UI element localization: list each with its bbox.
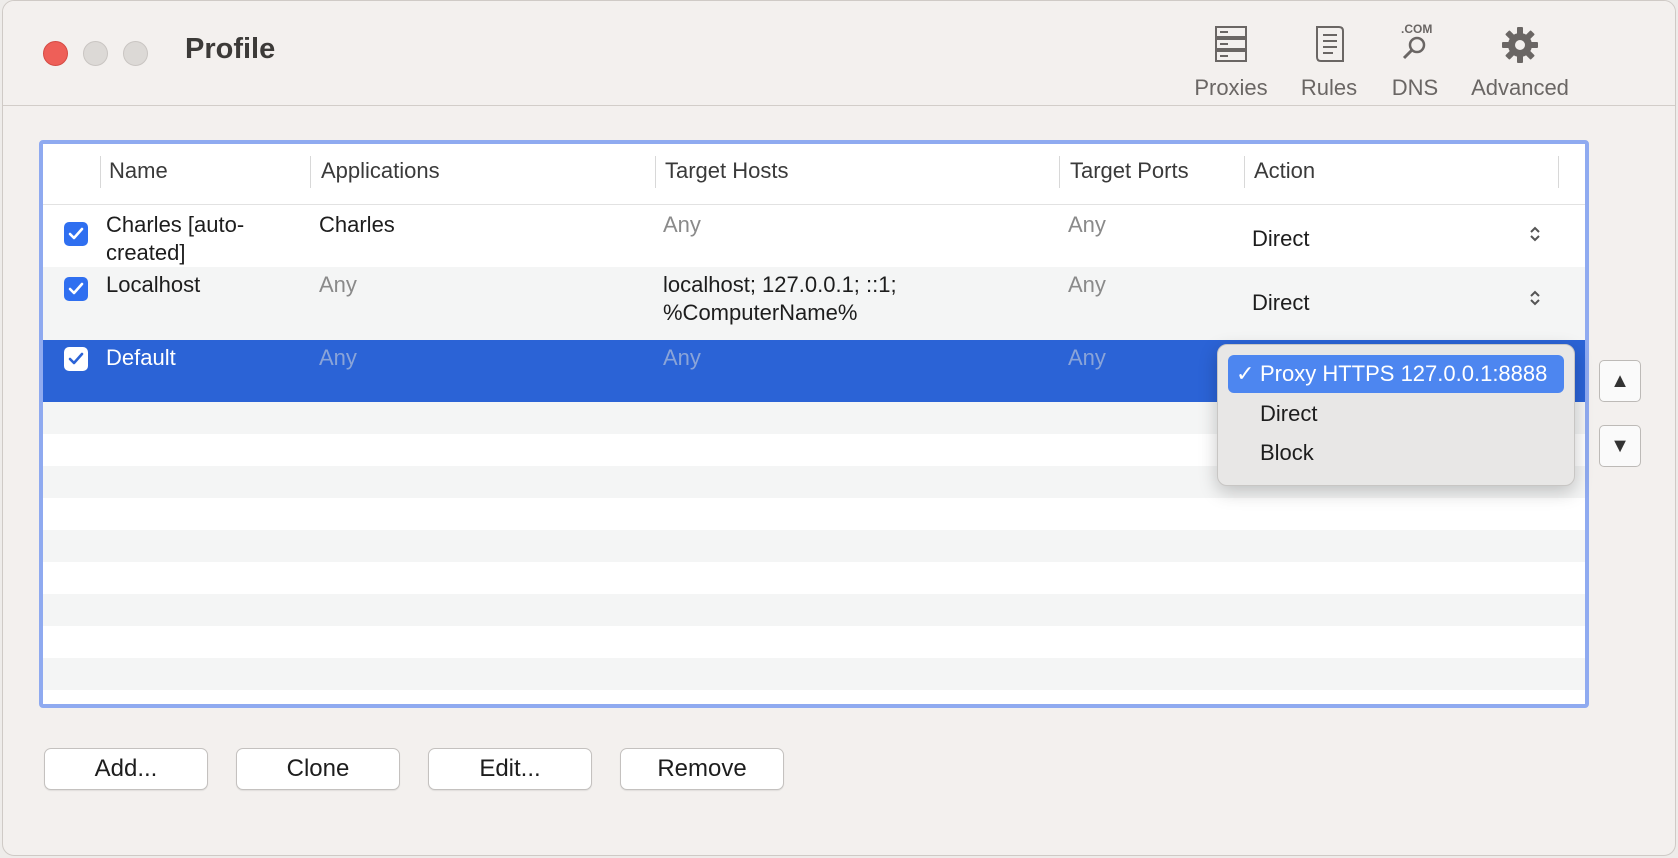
- dns-search-icon: .COM: [1383, 21, 1447, 65]
- toolbar-rules-label: Rules: [1300, 75, 1358, 100]
- cell-applications: Any: [319, 272, 357, 297]
- menu-option-label: Proxy HTTPS 127.0.0.1:8888: [1260, 361, 1548, 386]
- column-header-applications[interactable]: Applications: [321, 158, 440, 184]
- cell-applications: Charles: [319, 212, 395, 237]
- menu-option-block[interactable]: Block: [1228, 434, 1564, 472]
- empty-row: [43, 530, 1585, 562]
- cell-target-ports: Any: [1068, 345, 1106, 370]
- column-header-target-hosts[interactable]: Target Hosts: [665, 158, 789, 184]
- edit-button[interactable]: Edit...: [428, 748, 592, 790]
- up-triangle-icon: ▲: [1610, 369, 1630, 392]
- minimize-window-button[interactable]: [83, 41, 108, 66]
- column-header-target-ports[interactable]: Target Ports: [1070, 158, 1189, 184]
- cell-action[interactable]: Direct: [1252, 225, 1309, 253]
- move-up-button[interactable]: ▲: [1599, 360, 1641, 402]
- table-header: Name Applications Target Hosts Target Po…: [43, 144, 1585, 205]
- toolbar-advanced[interactable]: Advanced: [1465, 21, 1575, 101]
- cell-target-hosts: Any: [663, 212, 701, 237]
- toolbar-proxies[interactable]: Proxies: [1189, 21, 1273, 101]
- column-separator[interactable]: [100, 156, 101, 188]
- cell-target-ports: Any: [1068, 272, 1106, 297]
- column-separator[interactable]: [310, 156, 311, 188]
- table-row[interactable]: Localhost Any localhost; 127.0.0.1; ::1;…: [43, 267, 1585, 340]
- column-header-action[interactable]: Action: [1254, 158, 1315, 184]
- close-window-button[interactable]: [43, 41, 68, 66]
- menu-option-label: Direct: [1260, 401, 1318, 426]
- action-popup-menu[interactable]: ✓ Proxy HTTPS 127.0.0.1:8888 Direct Bloc…: [1217, 344, 1575, 486]
- add-button[interactable]: Add...: [44, 748, 208, 790]
- toolbar-dns-label: DNS: [1391, 75, 1439, 100]
- column-header-name[interactable]: Name: [109, 158, 168, 184]
- window-title: Profile: [185, 33, 276, 65]
- column-separator[interactable]: [1059, 156, 1060, 188]
- document-icon: [1293, 21, 1365, 65]
- server-icon: [1189, 21, 1273, 65]
- checkmark-icon: ✓: [1236, 361, 1255, 386]
- toolbar-rules[interactable]: Rules: [1293, 21, 1365, 101]
- cell-action[interactable]: Direct: [1252, 289, 1309, 317]
- table-row[interactable]: Charles [auto-created] Charles Any Any D…: [43, 205, 1585, 267]
- cell-applications: Any: [319, 345, 357, 370]
- cell-name: Localhost: [106, 272, 201, 297]
- cell-target-hosts: Any: [663, 345, 701, 370]
- enable-checkbox[interactable]: [64, 347, 88, 371]
- cell-name: Default: [106, 345, 176, 370]
- menu-option-label: Block: [1260, 440, 1314, 465]
- cell-name: Charles [auto-created]: [106, 212, 245, 265]
- enable-checkbox[interactable]: [64, 222, 88, 246]
- remove-button[interactable]: Remove: [620, 748, 784, 790]
- empty-row: [43, 594, 1585, 626]
- enable-checkbox[interactable]: [64, 277, 88, 301]
- popup-stepper-icon[interactable]: [1529, 289, 1541, 312]
- popup-stepper-icon[interactable]: [1529, 225, 1541, 248]
- gear-icon: [1465, 21, 1575, 65]
- column-separator[interactable]: [655, 156, 656, 188]
- title-bar: Profile Proxies Rules .COM DNS Advanced: [3, 1, 1675, 106]
- menu-option-proxy-https[interactable]: ✓ Proxy HTTPS 127.0.0.1:8888: [1228, 355, 1564, 393]
- empty-row: [43, 658, 1585, 690]
- zoom-window-button[interactable]: [123, 41, 148, 66]
- column-separator[interactable]: [1244, 156, 1245, 188]
- down-triangle-icon: ▼: [1610, 434, 1630, 457]
- cell-target-hosts: localhost; 127.0.0.1; ::1; %ComputerName…: [663, 272, 897, 325]
- toolbar-advanced-label: Advanced: [1471, 75, 1569, 100]
- menu-option-direct[interactable]: Direct: [1228, 395, 1564, 433]
- clone-button[interactable]: Clone: [236, 748, 400, 790]
- move-down-button[interactable]: ▼: [1599, 425, 1641, 467]
- toolbar-proxies-label: Proxies: [1194, 75, 1268, 100]
- preferences-window: Profile Proxies Rules .COM DNS Advanced …: [2, 0, 1676, 856]
- toolbar-dns[interactable]: .COM DNS: [1383, 21, 1447, 101]
- column-separator[interactable]: [1558, 156, 1559, 188]
- cell-target-ports: Any: [1068, 212, 1106, 237]
- svg-text:.COM: .COM: [1401, 22, 1432, 36]
